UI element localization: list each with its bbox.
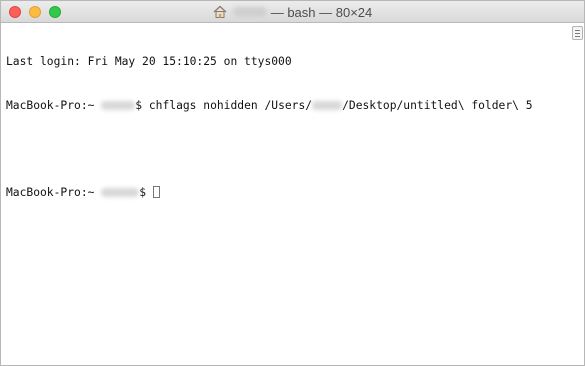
- prompt-symbol: $: [139, 185, 147, 199]
- terminal-line-empty: [6, 142, 570, 157]
- prompt-symbol: $: [135, 98, 143, 112]
- window-title: — bash — 80×24: [1, 1, 584, 23]
- window-title-text: — bash — 80×24: [270, 4, 373, 20]
- terminal-output[interactable]: Last login: Fri May 20 15:10:25 on ttys0…: [1, 23, 570, 365]
- home-icon: [213, 5, 227, 18]
- prompt-host: MacBook-Pro:~: [6, 98, 95, 112]
- terminal-window: — bash — 80×24 Last login: Fri May 20 15…: [0, 0, 585, 366]
- redacted-username: [101, 188, 140, 197]
- scrollbar[interactable]: [570, 23, 584, 365]
- redacted-username: [232, 7, 267, 17]
- command-text-start: chflags nohidden /Users/: [148, 98, 313, 112]
- terminal-line-command: MacBook-Pro:~ $ chflags nohidden /Users/…: [6, 99, 570, 114]
- redacted-username: [312, 101, 343, 110]
- redacted-username: [101, 101, 136, 110]
- terminal-line-login: Last login: Fri May 20 15:10:25 on ttys0…: [6, 55, 292, 68]
- split-pane-icon[interactable]: [572, 26, 583, 40]
- text-cursor: [152, 185, 160, 198]
- terminal-line-prompt: MacBook-Pro:~ $: [6, 185, 570, 201]
- command-text-end: /Desktop/untitled\ folder\ 5: [342, 98, 533, 112]
- title-bar[interactable]: — bash — 80×24: [1, 1, 584, 23]
- prompt-host: MacBook-Pro:~: [6, 185, 95, 199]
